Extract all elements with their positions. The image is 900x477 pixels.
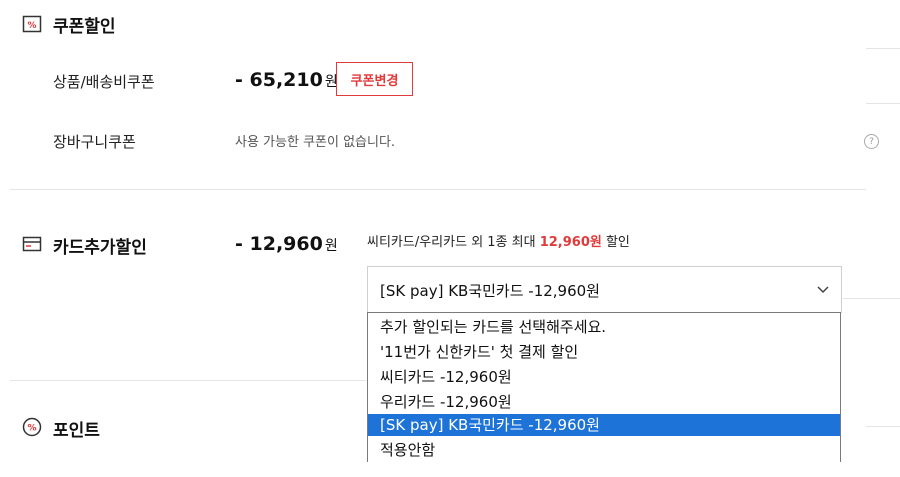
dropdown-option[interactable]: 적용안함	[368, 439, 840, 461]
chevron-down-icon	[816, 281, 830, 300]
dropdown-option[interactable]: 씨티카드 -12,960원	[368, 366, 840, 388]
point-section-title: 포인트	[53, 421, 100, 441]
svg-text:%: %	[27, 21, 36, 31]
card-select-value: [SK pay] KB국민카드 -12,960원	[380, 282, 600, 300]
dropdown-option[interactable]: 우리카드 -12,960원	[368, 391, 840, 413]
card-desc-prefix: 씨티카드/우리카드 외 1종 최대	[367, 235, 540, 250]
help-icon[interactable]: ?	[864, 134, 879, 149]
cart-coupon-info: 사용 가능한 쿠폰이 없습니다.	[235, 135, 396, 150]
card-select[interactable]: [SK pay] KB국민카드 -12,960원	[367, 266, 842, 313]
coupon-icon: %	[22, 14, 42, 34]
divider	[843, 298, 900, 299]
svg-text:%: %	[27, 424, 36, 434]
card-section-title: 카드추가할인	[53, 238, 147, 258]
won-unit: 원	[324, 238, 338, 254]
cart-coupon-label: 장바구니쿠폰	[53, 133, 136, 151]
product-coupon-amount: - 65,210 원	[235, 69, 338, 91]
point-icon: %	[22, 417, 42, 437]
dropdown-option-selected[interactable]: [SK pay] KB국민카드 -12,960원	[368, 414, 840, 436]
coupon-change-button[interactable]: 쿠폰변경	[336, 62, 413, 96]
card-desc-highlight: 12,960원	[539, 235, 602, 250]
card-dropdown-list: 추가 할인되는 카드를 선택해주세요. '11번가 신한카드' 첫 결제 할인 …	[367, 312, 841, 462]
product-coupon-label: 상품/배송비쿠폰	[53, 73, 155, 91]
card-desc-suffix: 할인	[601, 235, 630, 250]
coupon-section-title: 쿠폰할인	[53, 17, 116, 37]
card-icon	[22, 234, 42, 254]
divider	[866, 426, 900, 427]
dropdown-option[interactable]: '11번가 신한카드' 첫 결제 할인	[368, 341, 840, 363]
divider	[866, 103, 900, 104]
card-discount-amount: - 12,960 원	[235, 233, 338, 255]
card-discount-value: - 12,960	[235, 233, 323, 255]
divider	[10, 189, 866, 190]
card-discount-description: 씨티카드/우리카드 외 1종 최대 12,960원 할인	[367, 231, 630, 250]
product-coupon-value: - 65,210	[235, 69, 323, 91]
dropdown-option[interactable]: 추가 할인되는 카드를 선택해주세요.	[368, 316, 840, 338]
divider	[10, 380, 366, 381]
divider	[866, 48, 900, 49]
